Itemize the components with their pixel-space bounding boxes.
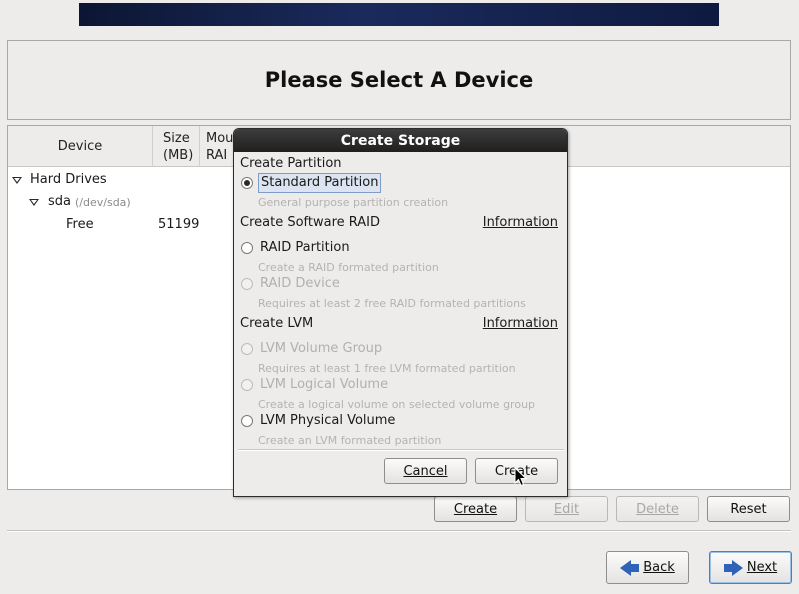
expander-down-icon[interactable] — [12, 177, 22, 184]
back-button-label: Back — [643, 560, 675, 575]
raid-partition-radio[interactable] — [241, 242, 253, 254]
next-button-label: Next — [746, 560, 778, 575]
raid-partition-desc: Create a RAID formated partition — [258, 261, 439, 274]
create-partition-heading: Create Partition — [240, 156, 342, 171]
column-header-device[interactable]: Device — [8, 126, 153, 167]
tree-row-size: 51199 — [158, 217, 200, 232]
lvm-logical-volume-radio[interactable] — [241, 379, 253, 391]
lvm-physical-volume-radio[interactable] — [241, 415, 253, 427]
create-storage-dialog: Create Storage Create Partition Standard… — [233, 128, 568, 497]
raid-device-radio[interactable] — [241, 278, 253, 290]
raid-partition-label[interactable]: RAID Partition — [260, 240, 350, 255]
dialog-cancel-label: Cancel — [403, 463, 448, 479]
tree-row-label: sda — [48, 194, 71, 209]
lvm-information-label: Information — [482, 316, 558, 331]
device-path: (/dev/sda) — [75, 196, 131, 209]
delete-button-label: Delete — [636, 501, 679, 517]
lvm-physical-volume-label[interactable]: LVM Physical Volume — [260, 413, 395, 428]
mouse-pointer-icon — [514, 467, 528, 487]
dialog-title: Create Storage — [340, 132, 461, 149]
edit-button-label: Edit — [553, 501, 580, 517]
lvm-volume-group-radio[interactable] — [241, 343, 253, 355]
lvm-logical-volume-label[interactable]: LVM Logical Volume — [260, 377, 388, 392]
raid-information-label: Information — [482, 215, 558, 230]
create-button-label: Create — [453, 501, 498, 517]
edit-button[interactable]: Edit — [525, 496, 608, 522]
page-title: Please Select A Device — [264, 68, 534, 92]
standard-partition-label[interactable]: Standard Partition — [258, 173, 382, 193]
create-button[interactable]: Create — [434, 496, 517, 522]
back-button[interactable]: Back — [606, 551, 689, 584]
standard-partition-desc: General purpose partition creation — [258, 196, 449, 209]
title-panel: Please Select A Device — [7, 40, 791, 120]
header-banner — [79, 3, 719, 26]
raid-information-link[interactable]: Information — [483, 215, 558, 230]
lvm-physical-volume-desc: Create an LVM formated partition — [258, 434, 442, 447]
lvm-heading: Create LVM — [240, 316, 314, 331]
reset-button[interactable]: Reset — [707, 496, 790, 522]
tree-row-label: Hard Drives — [30, 172, 107, 187]
lvm-volume-group-label[interactable]: LVM Volume Group — [260, 341, 382, 356]
column-header-size-line1: Size — [163, 131, 190, 146]
divider — [7, 530, 791, 532]
column-header-size-line2: (MB) — [163, 148, 194, 163]
arrow-right-icon — [723, 559, 743, 576]
next-button[interactable]: Next — [709, 551, 792, 584]
dialog-cancel-button[interactable]: Cancel — [384, 458, 467, 484]
lvm-information-link[interactable]: Information — [483, 316, 558, 331]
expander-down-icon[interactable] — [29, 199, 39, 206]
dialog-titlebar[interactable]: Create Storage — [234, 129, 567, 152]
arrow-left-icon — [620, 559, 640, 576]
raid-device-label[interactable]: RAID Device — [260, 276, 340, 291]
lvm-logical-volume-desc: Create a logical volume on selected volu… — [258, 398, 536, 411]
column-header-device-label: Device — [57, 139, 103, 154]
tree-row-label: Free — [66, 217, 94, 232]
dialog-divider — [238, 449, 564, 451]
standard-partition-radio[interactable] — [241, 177, 253, 189]
software-raid-heading: Create Software RAID — [240, 215, 381, 230]
reset-button-label: Reset — [730, 501, 767, 517]
column-header-size[interactable]: Size (MB) — [154, 126, 200, 167]
raid-device-desc: Requires at least 2 free RAID formated p… — [258, 297, 526, 310]
lvm-volume-group-desc: Requires at least 1 free LVM formated pa… — [258, 362, 516, 375]
delete-button[interactable]: Delete — [616, 496, 699, 522]
